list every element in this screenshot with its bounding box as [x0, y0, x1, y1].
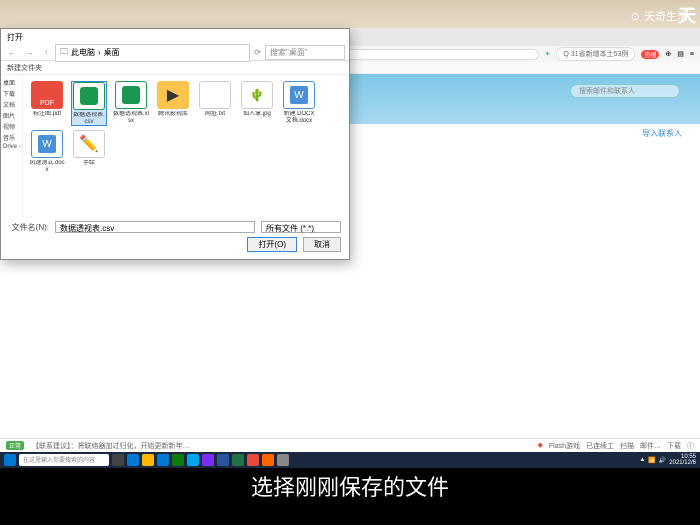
watermark-icon: ⊙ [631, 10, 640, 23]
windows-taskbar: 在这里输入你要搜索的内容 ▲ 📶 🔊 10:55 2021/12/6 [0, 452, 700, 468]
browser-status-bar: 正常 【联系建议】：将联络器加过归化，开始更新新年… ◆ Flash游戏 已连续… [0, 438, 700, 452]
flash-icon[interactable]: ◆ [537, 441, 542, 451]
path-current[interactable]: 桌面 [104, 47, 120, 58]
filetype-select[interactable]: 所有文件 (*.*) [261, 221, 341, 233]
status-link[interactable]: 已连续工 [586, 441, 614, 451]
file-open-dialog: 打开 ← → ↑ 🗀 此电脑 › 桌面 ⟳ 搜索"桌面" 新建文件夹 ▦ ▤ ? [0, 28, 350, 260]
refresh-icon[interactable]: ⟳ [254, 48, 261, 57]
star-icon[interactable]: ✦ [545, 50, 551, 58]
dialog-body: 桌面 下载 文档 图片 视频 音乐 Drive - Pers... 标注图.pd… [1, 75, 349, 217]
sidebar-item[interactable]: 下载 [3, 88, 20, 99]
status-link[interactable]: 邮件… [640, 441, 661, 451]
status-badge: 正常 [6, 441, 24, 450]
sidebar-item[interactable]: 视频 [3, 121, 20, 132]
menu-icon[interactable]: ⊕ [665, 50, 671, 58]
nav-up-icon[interactable]: ↑ [41, 48, 51, 57]
file-item[interactable]: 风速测式.docx [29, 130, 65, 173]
sidebar-item[interactable]: 音乐 [3, 132, 20, 143]
new-folder-button[interactable]: 新建文件夹 [7, 63, 42, 73]
chevron-right-icon: › [98, 48, 101, 57]
dialog-sidebar: 桌面 下载 文档 图片 视频 音乐 Drive - Pers... [1, 75, 23, 217]
app-icon[interactable] [127, 454, 139, 466]
status-link[interactable]: 扫描 [620, 441, 634, 451]
file-grid[interactable]: 标注图.pdf 数据透视表.csv 数据透视表.xlsx ▶腾讯影视库 网址.t… [23, 75, 349, 217]
docx-icon [31, 130, 63, 158]
start-button[interactable] [4, 454, 16, 466]
browser-search[interactable]: Q 31省新增本土53例 [556, 47, 635, 61]
file-item[interactable]: ✏️手绘 [71, 130, 107, 173]
app-icon[interactable] [247, 454, 259, 466]
search-text: 31省新增本土53例 [571, 51, 629, 58]
screen-area: 通讯录 + ← → ↻ fd_letter#module=contact.Con… [0, 28, 700, 468]
dialog-toolbar: 新建文件夹 ▦ ▤ ? [1, 61, 349, 75]
jpg-icon: 🌵 [241, 81, 273, 109]
app-icon[interactable] [277, 454, 289, 466]
sidebar-item[interactable]: 图片 [3, 110, 20, 121]
breadcrumb[interactable]: 🗀 此电脑 › 桌面 [55, 44, 250, 62]
file-item[interactable]: 🌵仙人掌.jpg [239, 81, 275, 126]
nav-back-icon[interactable]: ← [5, 48, 19, 57]
sidebar-item[interactable]: 桌面 [3, 77, 20, 88]
sidebar-item[interactable]: Drive - Pers... [3, 143, 20, 151]
filename-label: 文件名(N): [9, 222, 49, 233]
app-icon[interactable] [187, 454, 199, 466]
pdf-icon [31, 81, 63, 109]
hot-badge[interactable]: 热搜 [641, 50, 659, 59]
folder-icon: 🗀 [60, 46, 68, 60]
app-icon[interactable] [217, 454, 229, 466]
app-icon[interactable] [172, 454, 184, 466]
app-icon[interactable] [232, 454, 244, 466]
volume-icon[interactable]: 🔊 [659, 457, 666, 464]
status-link[interactable]: 下载 [667, 441, 681, 451]
more-icon[interactable]: ≡ [690, 51, 694, 58]
nav-fwd-icon[interactable]: → [23, 48, 37, 57]
docx-icon [283, 81, 315, 109]
app-icon[interactable] [142, 454, 154, 466]
dialog-search-input[interactable]: 搜索"桌面" [265, 45, 345, 60]
file-icon: ✏️ [73, 130, 105, 158]
txt-icon [199, 81, 231, 109]
watermark-corner: 天 [678, 2, 696, 28]
dialog-footer: 文件名(N): 数据透视表.csv 所有文件 (*.*) 打开(O) 取消 [1, 217, 349, 256]
file-item[interactable]: 标注图.pdf [29, 81, 65, 126]
cancel-button[interactable]: 取消 [303, 237, 341, 252]
desktop-background [0, 0, 700, 28]
search-icon: Q [563, 51, 568, 58]
view-icons-button[interactable]: ▦ [322, 64, 328, 71]
xlsx-icon [115, 81, 147, 109]
sidebar-item[interactable]: 文档 [3, 99, 20, 110]
system-tray[interactable]: ▲ 📶 🔊 10:55 2021/12/6 [639, 454, 696, 466]
video-caption: 选择刚刚保存的文件 [0, 468, 700, 525]
dialog-nav-bar: ← → ↑ 🗀 此电脑 › 桌面 ⟳ 搜索"桌面" [1, 45, 349, 61]
taskbar-search[interactable]: 在这里输入你要搜索的内容 [19, 454, 109, 466]
path-root[interactable]: 此电脑 [71, 47, 95, 58]
app-icon[interactable] [262, 454, 274, 466]
file-item[interactable]: 新建 DOCX 文档.docx [281, 81, 317, 126]
task-view-icon[interactable] [112, 454, 124, 466]
help-icon[interactable]: ? [340, 65, 343, 71]
file-item[interactable]: 数据透视表.xlsx [113, 81, 149, 126]
file-item-selected[interactable]: 数据透视表.csv [71, 81, 107, 126]
tray-icon[interactable]: ▲ [639, 457, 645, 463]
app-icon[interactable] [202, 454, 214, 466]
flash-link[interactable]: Flash游戏 [549, 441, 580, 451]
info-icon[interactable]: ⓘ [687, 441, 694, 451]
folder-icon: ▶ [157, 81, 189, 109]
page-search-input[interactable]: 搜索邮件和联系人 [570, 84, 680, 98]
settings-icon[interactable]: ▤ [677, 50, 684, 58]
filename-input[interactable]: 数据透视表.csv [55, 221, 255, 233]
clock-date[interactable]: 2021/12/6 [669, 460, 696, 466]
file-item[interactable]: 网址.txt [197, 81, 233, 126]
wifi-icon[interactable]: 📶 [648, 457, 655, 464]
open-button[interactable]: 打开(O) [247, 237, 297, 252]
csv-icon [73, 82, 105, 110]
import-contacts-link[interactable]: 导入联系人 [642, 128, 682, 139]
view-list-button[interactable]: ▤ [331, 64, 337, 71]
file-item[interactable]: ▶腾讯影视库 [155, 81, 191, 126]
dialog-title: 打开 [7, 32, 23, 43]
edge-icon[interactable] [157, 454, 169, 466]
status-text: 【联系建议】：将联络器加过归化，开始更新新年… [32, 441, 190, 451]
